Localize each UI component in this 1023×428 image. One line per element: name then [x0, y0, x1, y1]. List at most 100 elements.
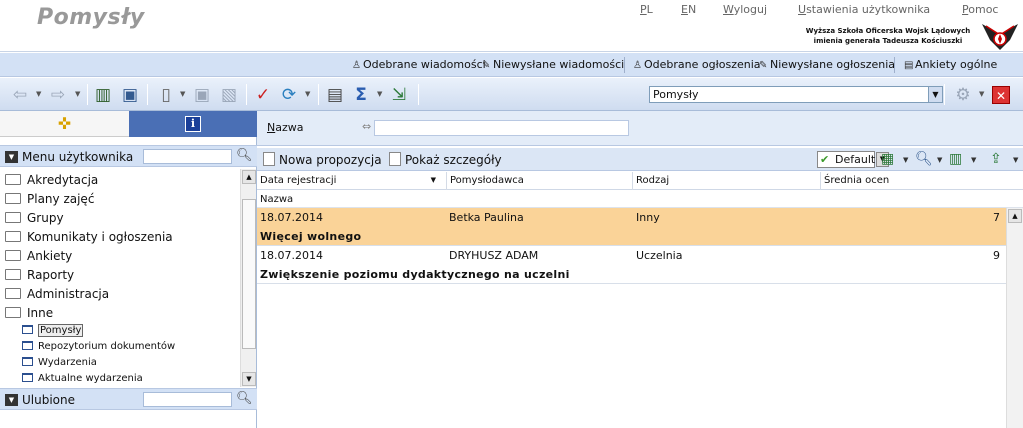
unsent-announcements-link[interactable]: ✎ Niewysłane ogłoszenia — [759, 58, 895, 71]
main-content: Nazwa ⇔ Nowa propozycja Pokaż szczegóły … — [257, 111, 1023, 428]
view-select[interactable]: ✔ Default ▼ — [817, 151, 889, 168]
grid-scrollbar[interactable]: ▲ — [1006, 208, 1023, 428]
menu-item-aktualne-wydarzenia[interactable]: Aktualne wydarzenia — [22, 371, 143, 386]
folder-icon — [5, 193, 21, 204]
chevron-down-icon[interactable]: ▼ — [979, 90, 985, 98]
chevron-down-icon[interactable]: ▼ — [937, 156, 942, 164]
filter-columns-icon[interactable]: ▥ — [949, 151, 962, 168]
validate-icon[interactable]: ✓ — [253, 85, 273, 105]
collapse-icon[interactable]: ▼ — [5, 394, 18, 406]
chevron-down-icon[interactable]: ▼ — [305, 90, 311, 98]
user-settings-link[interactable]: Ustawienia użytkownika — [798, 3, 930, 16]
chevron-down-icon[interactable]: ▼ — [377, 90, 383, 98]
new-document-icon[interactable]: ▯ — [156, 85, 176, 105]
name-filter-input[interactable] — [374, 120, 629, 136]
close-icon[interactable]: ✕ — [992, 86, 1010, 104]
folder-inne[interactable]: Inne — [5, 304, 235, 322]
scroll-up-icon[interactable]: ▲ — [242, 170, 256, 184]
tools-icon[interactable]: ⚙ — [953, 85, 973, 105]
search-icon[interactable]: 🔍︎ — [236, 391, 253, 406]
unsent-messages-link[interactable]: ✎ Niewysłane wiadomości — [482, 58, 624, 71]
page-select[interactable]: Pomysły ▼ — [649, 86, 943, 103]
chevron-down-icon[interactable]: ▼ — [75, 90, 81, 98]
person-icon: ♙ — [633, 60, 642, 71]
export-icon[interactable]: ⇲ — [389, 85, 409, 105]
show-details-button[interactable]: Pokaż szczegóły — [389, 152, 502, 167]
search-icon[interactable]: 🔍︎ — [236, 148, 253, 163]
menu-item-repozytorium[interactable]: Repozytorium dokumentów — [22, 339, 175, 354]
tab-navigation[interactable]: ✜ — [0, 111, 129, 137]
sort-desc-icon[interactable]: ▼ — [431, 172, 436, 189]
columns-icon[interactable]: ▦ — [881, 151, 894, 168]
folder-plany-zajec[interactable]: Plany zajęć — [5, 190, 235, 208]
language-en-link[interactable]: EN — [681, 3, 696, 16]
export-icon[interactable]: ⇪ — [990, 151, 1002, 168]
menu-item-wydarzenia[interactable]: Wydarzenia — [22, 355, 97, 370]
favorites-search-input[interactable] — [143, 392, 232, 407]
chevron-down-icon[interactable]: ▼ — [971, 156, 976, 164]
scroll-up-icon[interactable]: ▲ — [1008, 209, 1022, 223]
folder-akredytacja[interactable]: Akredytacja — [5, 171, 235, 189]
top-header: Pomysły PL EN Wyloguj Ustawienia użytkow… — [0, 0, 1023, 52]
university-name-line2: imienia generała Tadeusza Kościuszki — [813, 37, 963, 45]
table-row[interactable]: 18.07.2014 Betka Paulina Inny 7 Więcej w… — [257, 208, 1006, 246]
compass-icon: ✜ — [57, 114, 72, 133]
search-icon[interactable]: 🔍︎ — [915, 151, 933, 168]
pencil-icon: ✎ — [759, 60, 768, 71]
folder-komunikaty[interactable]: Komunikaty i ogłoszenia — [5, 228, 235, 246]
logout-link[interactable]: Wyloguj — [723, 3, 767, 16]
general-surveys-link[interactable]: ▤ Ankiety ogólne — [904, 58, 997, 71]
report-icon[interactable]: ▤ — [325, 85, 345, 105]
menu-tree: Akredytacja Plany zajęć Grupy Komunikaty… — [0, 169, 240, 387]
column-header-date[interactable]: Data rejestracji ▼ — [257, 172, 447, 190]
menu-search-input[interactable] — [143, 149, 232, 164]
folder-icon — [5, 269, 21, 280]
swap-icon[interactable]: ⇔ — [362, 120, 371, 133]
folder-icon — [5, 212, 21, 223]
folder-raporty[interactable]: Raporty — [5, 266, 235, 284]
chevron-down-icon[interactable]: ▼ — [903, 156, 908, 164]
column-header-rating[interactable]: Średnia ocen — [821, 172, 1006, 190]
folder-grupy[interactable]: Grupy — [5, 209, 235, 227]
cell-kind: Uczelnia — [636, 249, 683, 262]
scrollbar-thumb[interactable] — [242, 199, 256, 349]
scroll-down-icon[interactable]: ▼ — [242, 372, 256, 386]
column-header-kind[interactable]: Rodzaj — [633, 172, 821, 190]
page-icon — [22, 373, 33, 382]
forward-arrow-icon[interactable]: ⇨ — [48, 85, 68, 105]
page-icon — [22, 357, 33, 366]
help-link[interactable]: Pomoc — [962, 3, 998, 16]
new-proposal-button[interactable]: Nowa propozycja — [263, 152, 382, 167]
received-announcements-link[interactable]: ♙ Odebrane ogłoszenia — [633, 58, 761, 71]
chevron-down-icon[interactable]: ▼ — [36, 90, 42, 98]
sidebar-scrollbar[interactable]: ▲ ▼ — [240, 169, 256, 387]
tab-info[interactable]: i — [129, 111, 257, 137]
received-messages-link[interactable]: ♙ Odebrane wiadomości — [352, 58, 486, 71]
menu-item-pomysly[interactable]: Pomysły — [22, 323, 84, 338]
sum-icon[interactable]: Σ — [351, 85, 371, 105]
chevron-down-icon[interactable]: ▼ — [180, 90, 186, 98]
table-row[interactable]: 18.07.2014 DRYHUSZ ADAM Uczelnia 9 Zwięk… — [257, 246, 1006, 284]
cell-author: Betka Paulina — [449, 211, 524, 224]
column-header-author[interactable]: Pomysłodawca — [447, 172, 633, 190]
chevron-down-icon[interactable]: ▼ — [928, 87, 942, 102]
collapse-icon[interactable]: ▼ — [5, 151, 18, 163]
page-icon — [22, 325, 33, 334]
divider — [318, 84, 319, 105]
delete-icon[interactable]: ▧ — [219, 85, 239, 105]
divider — [147, 84, 148, 105]
open-folder-icon — [5, 307, 21, 318]
folder-ankiety[interactable]: Ankiety — [5, 247, 235, 265]
panel-icon[interactable]: ▥ — [93, 85, 113, 105]
university-logo — [982, 24, 1018, 50]
university-name-line1: Wyższa Szkoła Oficerska Wojsk Lądowych — [805, 27, 971, 35]
save-icon[interactable]: ▣ — [192, 85, 212, 105]
chevron-down-icon[interactable]: ▼ — [1013, 156, 1018, 164]
refresh-icon[interactable]: ⟳ — [279, 85, 299, 105]
back-arrow-icon[interactable]: ⇦ — [10, 85, 30, 105]
folder-icon — [5, 250, 21, 261]
folder-administracja[interactable]: Administracja — [5, 285, 235, 303]
language-pl-link[interactable]: PL — [640, 3, 653, 16]
divider — [418, 84, 419, 105]
window-icon[interactable]: ▣ — [120, 85, 140, 105]
